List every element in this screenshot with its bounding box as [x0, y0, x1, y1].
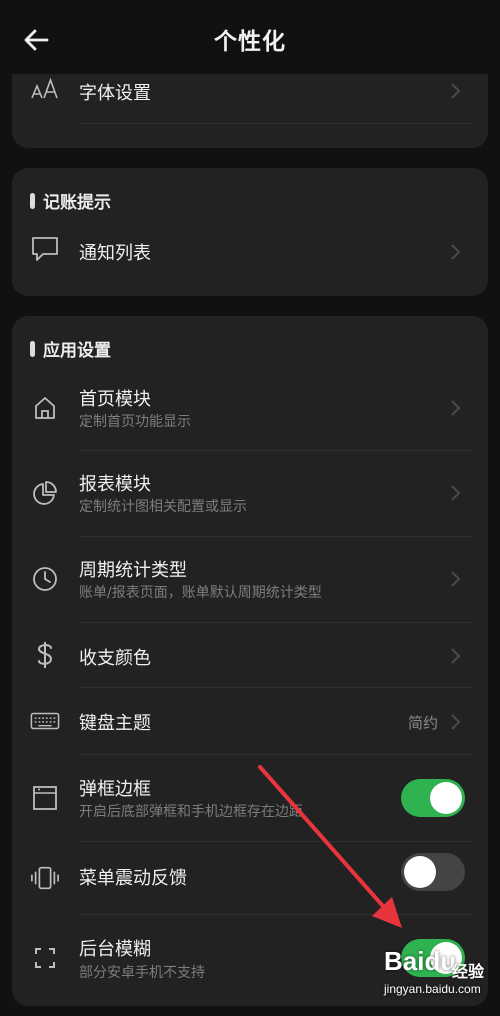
clock-icon [30, 564, 60, 594]
period-stat-type-subtitle: 账单/报表页面，账单默认周期统计类型 [79, 585, 322, 601]
background-blur-row: 后台模糊 部分安卓手机不支持 [12, 915, 488, 1005]
pie-chart-icon [30, 478, 60, 508]
home-icon [30, 393, 60, 423]
background-blur-subtitle: 部分安卓手机不支持 [79, 965, 205, 981]
period-stat-type-row[interactable]: 周期统计类型 账单/报表页面，账单默认周期统计类型 [12, 537, 488, 622]
keyboard-theme-row[interactable]: 键盘主题 简约 [12, 688, 488, 754]
chevron-right-icon [451, 648, 461, 664]
keyboard-icon [30, 706, 60, 736]
chat-bubble-icon [30, 234, 60, 264]
toggle-knob [430, 942, 462, 974]
dialog-border-toggle[interactable] [401, 779, 465, 817]
section-bar [30, 192, 35, 209]
divider [79, 123, 474, 124]
blur-corners-icon [30, 943, 60, 973]
chevron-right-icon [451, 485, 461, 501]
app-settings-section-header: 应用设置 [30, 336, 111, 361]
dialog-border-row: 弹框边框 开启后底部弹框和手机边框存在边距 [12, 755, 488, 841]
chevron-right-icon [451, 714, 461, 730]
menu-vibration-label: 菜单震动反馈 [79, 868, 187, 889]
keyboard-theme-label: 键盘主题 [79, 713, 151, 734]
reminder-section-title: 记账提示 [43, 193, 111, 213]
report-module-subtitle: 定制统计图相关配置或显示 [79, 499, 247, 515]
top-bar: 个性化 [0, 0, 500, 74]
section-bar [30, 340, 35, 357]
app-settings-card: 应用设置 首页模块 定制首页功能显示 报表模块 定制统计图相关配置或显示 周期统… [12, 316, 488, 1006]
menu-vibration-toggle[interactable] [401, 853, 465, 891]
app-settings-section-title: 应用设置 [43, 341, 111, 361]
reminder-section-header: 记账提示 [30, 188, 111, 213]
toggle-knob [430, 782, 462, 814]
page-title: 个性化 [214, 29, 286, 55]
reminder-card: 记账提示 通知列表 [12, 168, 488, 296]
notification-list-row[interactable]: 通知列表 [12, 226, 488, 284]
period-stat-type-label: 周期统计类型 [79, 560, 187, 581]
menu-vibration-row: 菜单震动反馈 [12, 842, 488, 914]
font-size-icon [30, 74, 60, 104]
keyboard-theme-value: 简约 [407, 714, 438, 732]
font-settings-label: 字体设置 [79, 83, 151, 104]
home-module-subtitle: 定制首页功能显示 [79, 414, 191, 430]
dialog-border-subtitle: 开启后底部弹框和手机边框存在边距 [79, 804, 303, 820]
dialog-border-label: 弹框边框 [79, 779, 151, 800]
chevron-right-icon [451, 400, 461, 416]
background-blur-toggle[interactable] [401, 939, 465, 977]
frame-icon [30, 783, 60, 813]
dollar-icon [30, 640, 60, 670]
vibrate-icon [30, 863, 60, 893]
chevron-right-icon [451, 83, 461, 99]
background-blur-label: 后台模糊 [79, 939, 151, 960]
report-module-row[interactable]: 报表模块 定制统计图相关配置或显示 [12, 451, 488, 536]
notification-list-label: 通知列表 [79, 243, 151, 264]
chevron-right-icon [451, 571, 461, 587]
toggle-knob [404, 856, 436, 888]
income-expense-color-label: 收支颜色 [79, 648, 151, 669]
income-expense-color-row[interactable]: 收支颜色 [12, 623, 488, 687]
report-module-label: 报表模块 [79, 474, 151, 495]
chevron-right-icon [451, 244, 461, 260]
home-module-row[interactable]: 首页模块 定制首页功能显示 [12, 366, 488, 450]
home-module-label: 首页模块 [79, 389, 151, 410]
